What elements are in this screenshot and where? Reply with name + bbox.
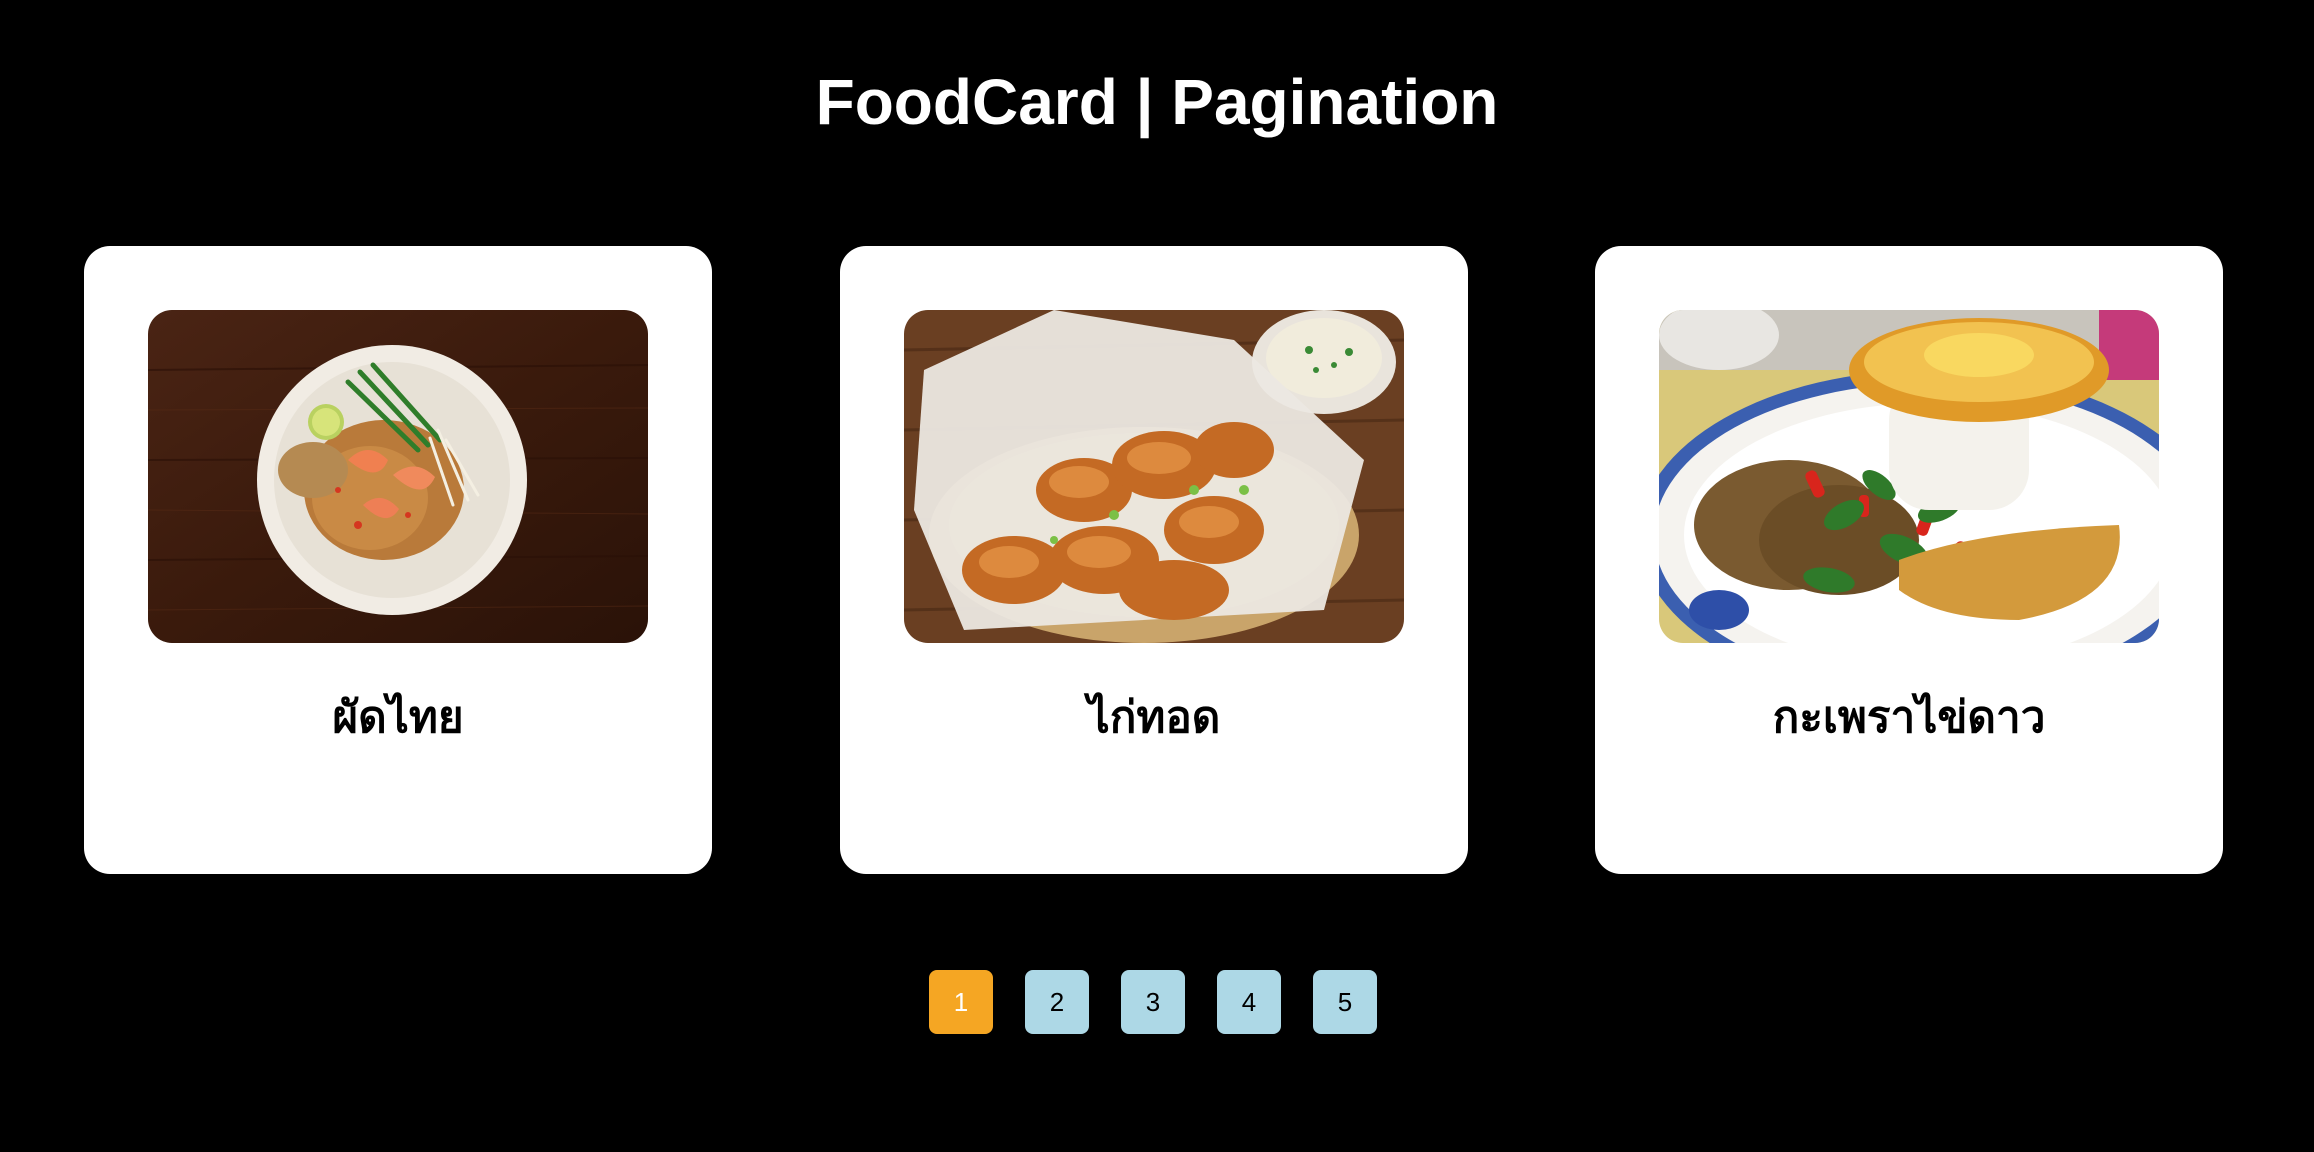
food-name: ไก่ทอด: [1087, 692, 1221, 743]
page-button-4[interactable]: 4: [1217, 970, 1281, 1034]
page-button-2[interactable]: 2: [1025, 970, 1089, 1034]
food-image-basil-fried-egg: [1659, 310, 2159, 643]
food-image-fried-chicken: [904, 310, 1404, 643]
pagination: 1 2 3 4 5: [929, 970, 1377, 1034]
food-card[interactable]: ไก่ทอด: [840, 246, 1468, 874]
page-title: FoodCard | Pagination: [815, 66, 1499, 138]
page-button-5[interactable]: 5: [1313, 970, 1377, 1034]
food-card[interactable]: ผัดไทย: [84, 246, 712, 874]
food-name: กะเพราไข่ดาว: [1772, 692, 2046, 743]
food-image-pad-thai: [148, 310, 648, 643]
food-card[interactable]: กะเพราไข่ดาว: [1595, 246, 2223, 874]
page-button-1[interactable]: 1: [929, 970, 993, 1034]
food-name: ผัดไทย: [332, 692, 464, 743]
page-button-3[interactable]: 3: [1121, 970, 1185, 1034]
